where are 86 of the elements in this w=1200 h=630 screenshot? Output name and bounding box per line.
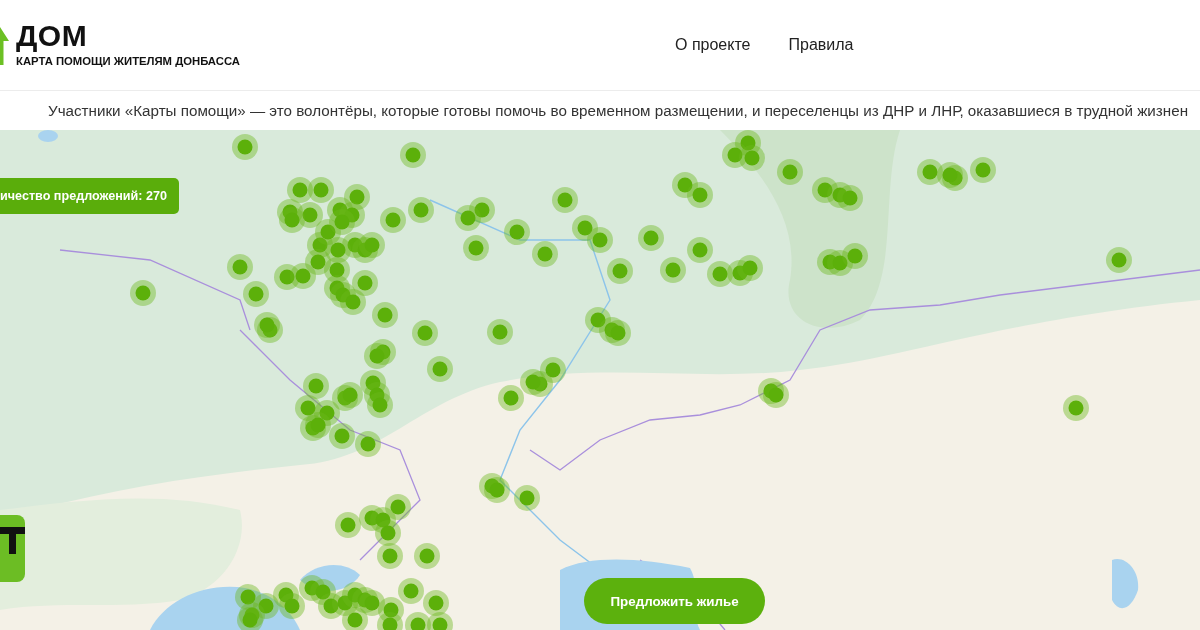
map-marker-icon[interactable]: [408, 197, 434, 223]
intro-text: Участники «Карты помощи» — это волонтёры, которые готовы помочь во временном размещении, и переселенцы из ДНР и ЛНР, оказавшиеся в трудной жизнен: [48, 102, 1189, 119]
map-marker-icon[interactable]: [532, 241, 558, 267]
map-marker-icon[interactable]: [364, 343, 390, 369]
lake-area: [1112, 559, 1139, 609]
map-marker-icon[interactable]: [423, 590, 449, 616]
map-marker-icon[interactable]: [672, 172, 698, 198]
map-marker-icon[interactable]: [303, 373, 329, 399]
map-marker-icon[interactable]: [917, 159, 943, 185]
map-marker-icon[interactable]: [937, 162, 963, 188]
map-marker-icon[interactable]: [455, 205, 481, 231]
map-marker-icon[interactable]: [232, 134, 258, 160]
map-marker-icon[interactable]: [737, 255, 763, 281]
map-marker-icon[interactable]: [687, 182, 713, 208]
map-marker-icon[interactable]: [227, 254, 253, 280]
map-marker-icon[interactable]: [504, 219, 530, 245]
map-marker-icon[interactable]: [552, 187, 578, 213]
map-marker-icon[interactable]: [359, 590, 385, 616]
map-marker-icon[interactable]: [427, 356, 453, 382]
map-marker-icon[interactable]: [412, 320, 438, 346]
t-shape-icon: [0, 527, 25, 555]
lake-area: [38, 130, 58, 142]
map-marker-icon[interactable]: [777, 159, 803, 185]
map-marker-icon[interactable]: [329, 423, 355, 449]
map-marker-icon[interactable]: [1063, 395, 1089, 421]
map-marker-icon[interactable]: [235, 584, 261, 610]
map-marker-icon[interactable]: [385, 494, 411, 520]
map-marker-icon[interactable]: [344, 184, 370, 210]
logo-title: ДОМ: [16, 20, 89, 51]
map-marker-icon[interactable]: [607, 258, 633, 284]
map-marker-icon[interactable]: [572, 215, 598, 241]
map-marker-icon[interactable]: [355, 431, 381, 457]
logo-subtitle: КАРТА ПОМОЩИ ЖИТЕЛЯМ ДОНБАССА: [16, 54, 240, 68]
map-marker-icon[interactable]: [367, 392, 393, 418]
map-marker-icon[interactable]: [342, 607, 368, 630]
map-marker-icon[interactable]: [484, 477, 510, 503]
map-marker-icon[interactable]: [308, 177, 334, 203]
map-marker-icon[interactable]: [329, 209, 355, 235]
nav-link[interactable]: О проекте: [675, 36, 751, 54]
map-marker-icon[interactable]: [687, 237, 713, 263]
map-marker-icon[interactable]: [377, 543, 403, 569]
map-marker-icon[interactable]: [400, 142, 426, 168]
map-marker-icon[interactable]: [352, 270, 378, 296]
map-marker-icon[interactable]: [540, 357, 566, 383]
map-marker-icon[interactable]: [380, 207, 406, 233]
map-marker-icon[interactable]: [337, 382, 363, 408]
map-marker-icon[interactable]: [707, 261, 733, 287]
map-marker-icon[interactable]: [243, 281, 269, 307]
map-marker-icon[interactable]: [1106, 247, 1132, 273]
map-marker-icon[interactable]: [359, 232, 385, 258]
map-marker-icon[interactable]: [254, 312, 280, 338]
map-marker-icon[interactable]: [514, 485, 540, 511]
map-marker-icon[interactable]: [487, 319, 513, 345]
map-marker-icon[interactable]: [287, 177, 313, 203]
map-marker-icon[interactable]: [237, 607, 263, 630]
map-marker-icon[interactable]: [638, 225, 664, 251]
map-marker-icon[interactable]: [463, 235, 489, 261]
map-marker-icon[interactable]: [335, 512, 361, 538]
map-marker-icon[interactable]: [842, 243, 868, 269]
map-marker-icon[interactable]: [587, 227, 613, 253]
map-marker-icon[interactable]: [340, 289, 366, 315]
map-marker-icon[interactable]: [763, 382, 789, 408]
map-marker-icon[interactable]: [605, 320, 631, 346]
map-marker-icon[interactable]: [660, 257, 686, 283]
map-marker-icon[interactable]: [520, 369, 546, 395]
map-marker-icon[interactable]: [290, 263, 316, 289]
side-tab-button[interactable]: [0, 515, 25, 582]
nav-link[interactable]: Правила: [788, 36, 854, 54]
map-marker-icon[interactable]: [130, 280, 156, 306]
map-marker-icon[interactable]: [279, 593, 305, 619]
map-marker-icon[interactable]: [279, 207, 305, 233]
offers-count-badge: ичество предложений: 270: [0, 178, 180, 214]
map-marker-icon[interactable]: [325, 237, 351, 263]
map-marker-icon[interactable]: [295, 395, 321, 421]
map-marker-icon[interactable]: [305, 249, 331, 275]
map-marker-icon[interactable]: [375, 520, 401, 546]
map-marker-icon[interactable]: [739, 145, 765, 171]
map-marker-icon[interactable]: [970, 157, 996, 183]
map-marker-icon[interactable]: [398, 578, 424, 604]
map-marker-icon[interactable]: [722, 142, 748, 168]
map-marker-icon[interactable]: [305, 412, 331, 438]
map-marker-icon[interactable]: [498, 385, 524, 411]
logo-icon: [0, 25, 9, 65]
map-marker-icon[interactable]: [372, 302, 398, 328]
map-marker-icon[interactable]: [414, 543, 440, 569]
map-marker-icon[interactable]: [837, 185, 863, 211]
